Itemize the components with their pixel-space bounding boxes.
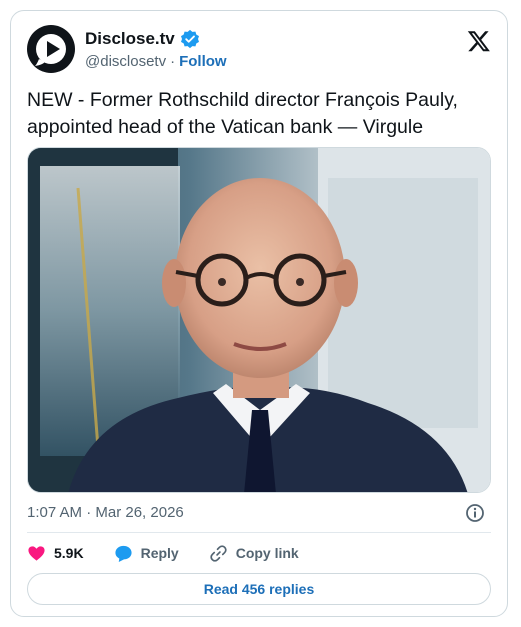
follow-button[interactable]: Follow: [179, 53, 227, 70]
avatar[interactable]: [27, 25, 75, 73]
reply-label: Reply: [140, 545, 179, 561]
link-icon: [210, 544, 227, 562]
tweet-photo[interactable]: [27, 147, 491, 493]
verified-badge-icon: [180, 29, 200, 49]
heart-icon: [28, 545, 45, 561]
read-replies-button[interactable]: Read 456 replies: [27, 573, 491, 605]
account-name[interactable]: Disclose.tv: [85, 29, 175, 49]
separator-dot: ·: [170, 53, 176, 70]
copy-link-label: Copy link: [235, 545, 299, 561]
like-button[interactable]: 5.9K: [27, 544, 84, 563]
handle-row: @disclosetv · Follow: [85, 53, 227, 70]
account-name-row: Disclose.tv: [85, 29, 200, 49]
info-icon[interactable]: [465, 503, 485, 523]
tweet-text: NEW - Former Rothschild director Françoi…: [27, 89, 458, 138]
reply-button[interactable]: Reply: [114, 544, 179, 563]
play-logo-icon: [35, 34, 66, 66]
account-handle[interactable]: @disclosetv: [85, 53, 166, 70]
tweet-timestamp[interactable]: 1:07 AM · Mar 26, 2026: [27, 504, 184, 521]
divider: [27, 532, 491, 533]
x-logo-icon[interactable]: [467, 29, 491, 53]
action-bar: 5.9K Reply Copy link: [27, 541, 299, 565]
tweet-card: Disclose.tv @disclosetv · Follow NEW - F…: [10, 10, 508, 617]
like-count: 5.9K: [54, 545, 84, 561]
copy-link-button[interactable]: Copy link: [209, 544, 299, 563]
reply-bubble-icon: [115, 545, 132, 562]
